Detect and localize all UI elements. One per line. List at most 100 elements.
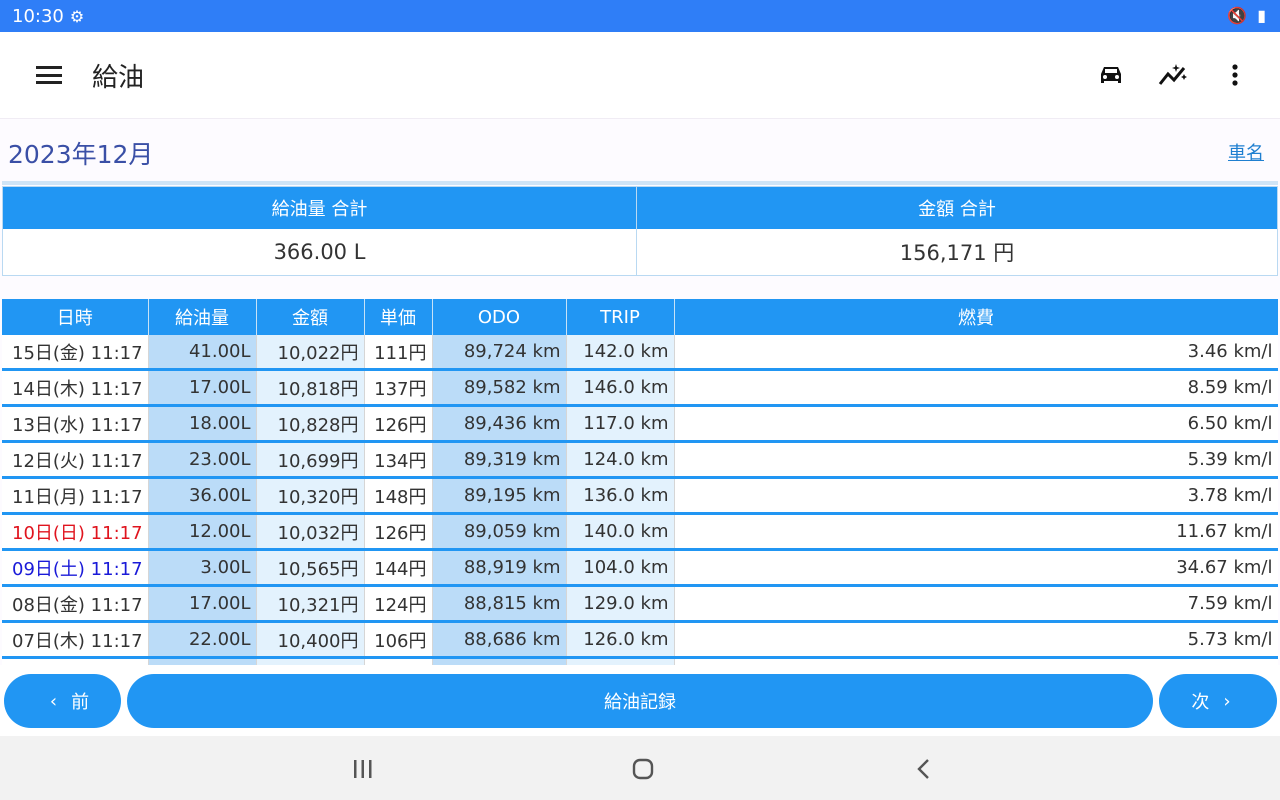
prev-button-label: 前 (71, 692, 90, 713)
divider (2, 181, 1278, 185)
summary-amount: 金額 合計 156,171 円 (637, 187, 1277, 275)
cell-efficiency (674, 657, 1278, 665)
cell-amount: 10,565円 (256, 549, 365, 587)
table-row[interactable]: 12日(火) 11:17 23.00L 10,699円 134円 89,319 … (2, 441, 1278, 479)
cell-trip (566, 657, 675, 665)
prev-button[interactable]: ‹ 前 (4, 674, 121, 728)
cell-unit-price: 106円 (364, 621, 433, 659)
table-row[interactable]: 13日(水) 11:17 18.00L 10,828円 126円 89,436 … (2, 405, 1278, 443)
cell-odo: 88,919 km (432, 549, 567, 587)
next-button-label: 次 (1191, 692, 1210, 713)
home-icon[interactable] (623, 754, 663, 784)
month-title: 2023年12月 (8, 140, 154, 169)
cell-trip: 126.0 km (566, 621, 675, 659)
cell-efficiency: 5.39 km/l (674, 441, 1278, 479)
table-row[interactable]: 11日(月) 11:17 36.00L 10,320円 148円 89,195 … (2, 477, 1278, 515)
table-header-row: 日時 給油量 金額 単価 ODO TRIP 燃費 (2, 299, 1278, 335)
cell-datetime: 08日(金) 11:17 (2, 585, 149, 623)
cell-odo: 89,319 km (432, 441, 567, 479)
cell-volume: 12.00L (148, 513, 257, 551)
cell-volume: 3.00L (148, 549, 257, 587)
status-icons: 🔇 ▮ (1227, 6, 1266, 25)
recents-icon[interactable] (343, 754, 383, 784)
cell-trip: 142.0 km (566, 335, 675, 371)
cell-unit-price: 134円 (364, 441, 433, 479)
cell-datetime: 13日(水) 11:17 (2, 405, 149, 443)
cell-unit-price (364, 657, 433, 665)
table-row[interactable]: 10日(日) 11:17 12.00L 10,032円 126円 89,059 … (2, 513, 1278, 551)
cell-datetime: 12日(火) 11:17 (2, 441, 149, 479)
back-icon[interactable] (903, 754, 943, 784)
cell-trip: 124.0 km (566, 441, 675, 479)
cell-amount: 10,032円 (256, 513, 365, 551)
cell-efficiency: 34.67 km/l (674, 549, 1278, 587)
cell-volume: 17.00L (148, 369, 257, 407)
cell-unit-price: 126円 (364, 405, 433, 443)
cell-trip: 146.0 km (566, 369, 675, 407)
summary-amount-value: 156,171 円 (899, 241, 1015, 265)
cell-unit-price: 111円 (364, 335, 433, 371)
cell-datetime: 09日(土) 11:17 (2, 549, 149, 587)
cell-efficiency: 8.59 km/l (674, 369, 1278, 407)
cell-odo: 89,059 km (432, 513, 567, 551)
cell-datetime: 15日(金) 11:17 (2, 335, 149, 371)
status-time: 10:30 (12, 5, 64, 27)
fuel-record-button-label: 給油記録 (604, 692, 676, 713)
cell-odo: 89,195 km (432, 477, 567, 515)
cell-volume (148, 657, 257, 665)
content-area: 2023年12月 車名 給油量 合計 366.00 L 金額 合計 156,17… (0, 119, 1280, 665)
cell-odo: 89,436 km (432, 405, 567, 443)
battery-icon: ▮ (1257, 6, 1266, 25)
cell-amount: 10,320円 (256, 477, 365, 515)
next-button[interactable]: 次 › (1159, 674, 1277, 728)
cell-trip: 129.0 km (566, 585, 675, 623)
cell-volume: 36.00L (148, 477, 257, 515)
table-row[interactable] (2, 657, 1278, 665)
more-vert-icon[interactable] (1218, 58, 1252, 92)
cell-efficiency: 3.46 km/l (674, 335, 1278, 371)
table-row[interactable]: 09日(土) 11:17 3.00L 10,565円 144円 88,919 k… (2, 549, 1278, 587)
summary-volume-value: 366.00 L (273, 240, 366, 264)
cell-efficiency: 3.78 km/l (674, 477, 1278, 515)
cell-volume: 41.00L (148, 335, 257, 371)
cell-trip: 140.0 km (566, 513, 675, 551)
cell-unit-price: 124円 (364, 585, 433, 623)
fuel-record-button[interactable]: 給油記録 (127, 674, 1153, 728)
cell-odo (432, 657, 567, 665)
month-header: 2023年12月 車名 (0, 119, 1280, 181)
table-row[interactable]: 07日(木) 11:17 22.00L 10,400円 106円 88,686 … (2, 621, 1278, 659)
settings-gear-icon: ⚙ (69, 6, 85, 26)
summary-volume: 給油量 合計 366.00 L (3, 187, 637, 275)
sparkle-chart-icon[interactable] (1156, 58, 1190, 92)
cell-odo: 89,582 km (432, 369, 567, 407)
fuel-table-container[interactable]: 日時 給油量 金額 単価 ODO TRIP 燃費 15日(金) 11:17 41… (2, 299, 1278, 665)
cell-unit-price: 144円 (364, 549, 433, 587)
cell-datetime: 14日(木) 11:17 (2, 369, 149, 407)
cell-trip: 104.0 km (566, 549, 675, 587)
col-header-unit-price: 単価 (364, 299, 433, 335)
cell-amount: 10,400円 (256, 621, 365, 659)
bottom-actions: ‹ 前 給油記録 次 › (0, 665, 1280, 736)
col-header-volume: 給油量 (148, 299, 257, 335)
cell-amount: 10,699円 (256, 441, 365, 479)
cell-unit-price: 148円 (364, 477, 433, 515)
cell-volume: 22.00L (148, 621, 257, 659)
chevron-left-icon: ‹ (49, 690, 58, 712)
app-bar-actions (1094, 58, 1252, 92)
cell-odo: 88,686 km (432, 621, 567, 659)
cell-amount: 10,022円 (256, 335, 365, 371)
cell-efficiency: 11.67 km/l (674, 513, 1278, 551)
table-row[interactable]: 14日(木) 11:17 17.00L 10,818円 137円 89,582 … (2, 369, 1278, 407)
cell-datetime (2, 657, 149, 665)
cell-trip: 117.0 km (566, 405, 675, 443)
car-icon[interactable] (1094, 58, 1128, 92)
cell-amount: 10,818円 (256, 369, 365, 407)
summary-amount-label: 金額 合計 (637, 187, 1277, 229)
table-row[interactable]: 08日(金) 11:17 17.00L 10,321円 124円 88,815 … (2, 585, 1278, 623)
col-header-odo: ODO (432, 299, 567, 335)
car-name-link[interactable]: 車名 (1228, 139, 1264, 165)
cell-efficiency: 5.73 km/l (674, 621, 1278, 659)
cell-efficiency: 7.59 km/l (674, 585, 1278, 623)
table-row[interactable]: 15日(金) 11:17 41.00L 10,022円 111円 89,724 … (2, 335, 1278, 371)
menu-icon[interactable] (36, 63, 66, 87)
